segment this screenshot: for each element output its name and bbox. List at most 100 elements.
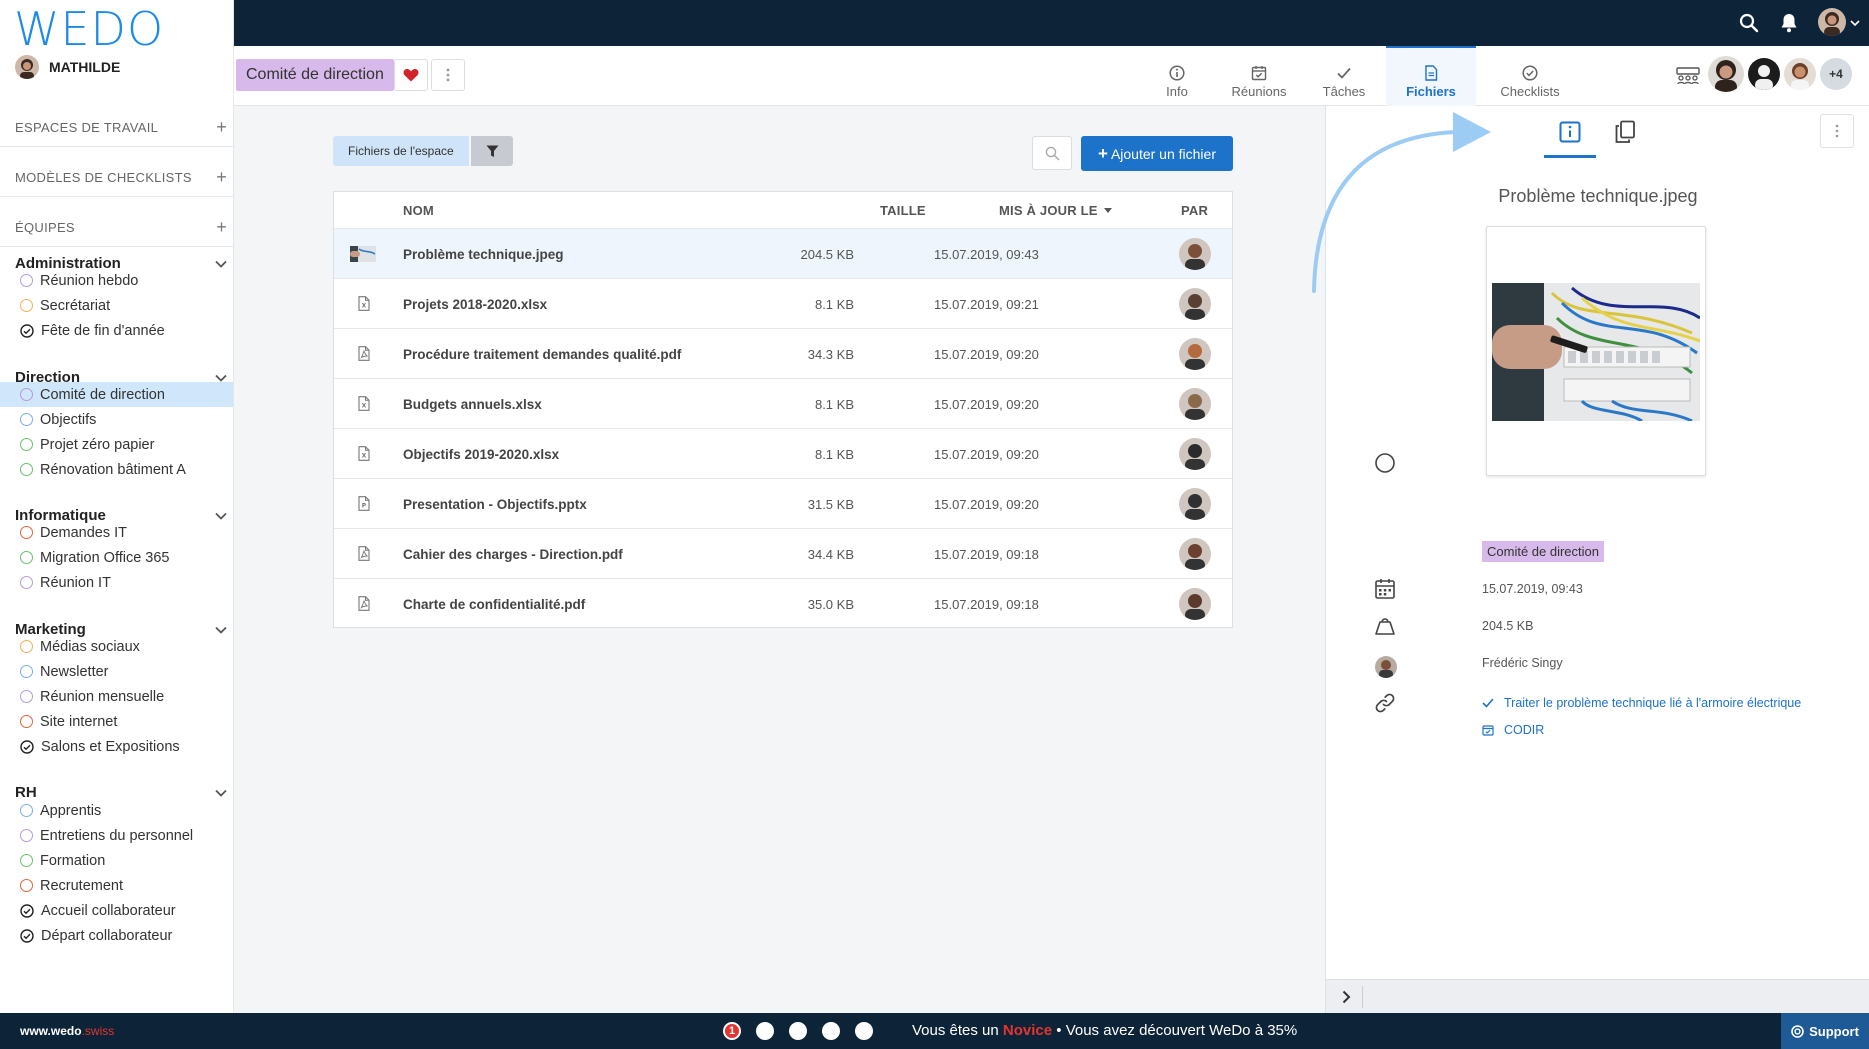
uploader-avatar[interactable] bbox=[1179, 288, 1211, 320]
file-name[interactable]: Cahier des charges - Direction.pdf bbox=[403, 529, 623, 579]
chevron-down-icon[interactable] bbox=[1850, 19, 1860, 27]
favorite-button[interactable] bbox=[394, 59, 428, 91]
member-avatar[interactable] bbox=[1748, 58, 1780, 90]
add-file-button[interactable]: + Ajouter un fichier bbox=[1081, 136, 1233, 171]
step-dot[interactable] bbox=[756, 1022, 774, 1040]
file-name[interactable]: Charte de confidentialité.pdf bbox=[403, 579, 585, 629]
chevron-right-icon[interactable] bbox=[1342, 990, 1351, 1004]
sidebar-item[interactable]: Secrétariat bbox=[0, 293, 233, 318]
chevron-down-icon[interactable] bbox=[215, 512, 227, 520]
tab-tasks[interactable]: Tâches bbox=[1306, 46, 1382, 106]
space-files-filter-button[interactable]: Fichiers de l'espace bbox=[333, 136, 469, 166]
detail-info-tab[interactable] bbox=[1544, 108, 1596, 158]
column-updated[interactable]: MIS À JOUR LE bbox=[999, 192, 1112, 228]
sidebar-item[interactable]: Projet zéro papier bbox=[0, 432, 233, 457]
support-button[interactable]: Support bbox=[1781, 1013, 1869, 1049]
members-list[interactable]: +4 bbox=[1708, 56, 1852, 92]
sidebar-item[interactable]: Médias sociaux bbox=[0, 634, 233, 659]
step-dot[interactable] bbox=[789, 1022, 807, 1040]
search-icon[interactable] bbox=[1739, 13, 1759, 33]
detail-versions-tab[interactable] bbox=[1614, 120, 1636, 144]
workspace-more-button[interactable] bbox=[431, 59, 465, 91]
column-size[interactable]: TAILLE bbox=[880, 192, 926, 228]
file-name[interactable]: Budgets annuels.xlsx bbox=[403, 379, 542, 429]
step-dot[interactable] bbox=[822, 1022, 840, 1040]
tab-info[interactable]: Info bbox=[1150, 46, 1204, 106]
chevron-down-icon[interactable] bbox=[215, 260, 227, 268]
uploader-avatar[interactable] bbox=[1179, 438, 1211, 470]
uploader-avatar[interactable] bbox=[1179, 238, 1211, 270]
sidebar-item[interactable]: Demandes IT bbox=[0, 520, 233, 545]
tab-meetings[interactable]: Réunions bbox=[1219, 46, 1299, 106]
file-name[interactable]: Procédure traitement demandes qualité.pd… bbox=[403, 329, 681, 379]
preview-card[interactable] bbox=[1486, 226, 1706, 476]
table-row[interactable]: Charte de confidentialité.pdf 35.0 KB 15.0… bbox=[334, 578, 1232, 628]
sidebar-item[interactable]: Départ collaborateur bbox=[0, 923, 233, 948]
sidebar-item[interactable]: Apprentis bbox=[0, 798, 233, 823]
uploader-avatar[interactable] bbox=[1179, 588, 1211, 620]
sidebar-item[interactable]: Comité de direction bbox=[0, 382, 233, 407]
member-avatar[interactable] bbox=[1784, 58, 1816, 90]
member-avatar[interactable] bbox=[1708, 56, 1744, 92]
add-workspace-icon[interactable]: + bbox=[216, 118, 227, 136]
add-team-icon[interactable]: + bbox=[216, 218, 227, 236]
chevron-down-icon[interactable] bbox=[215, 626, 227, 634]
workspace-tag[interactable]: Comité de direction bbox=[1482, 541, 1604, 562]
sidebar-item[interactable]: Newsletter bbox=[0, 659, 233, 684]
column-by[interactable]: PAR bbox=[1181, 192, 1208, 228]
sidebar-item[interactable]: Réunion mensuelle bbox=[0, 684, 233, 709]
add-checklist-model-icon[interactable]: + bbox=[216, 168, 227, 186]
filter-button[interactable] bbox=[471, 136, 513, 166]
table-row[interactable]: X Budgets annuels.xlsx 8.1 KB 15.07.2019, 0… bbox=[334, 378, 1232, 428]
sidebar-item[interactable]: Rénovation bâtiment A bbox=[0, 457, 233, 482]
column-name[interactable]: NOM bbox=[403, 192, 434, 228]
sidebar-item[interactable]: Salons et Expositions bbox=[0, 734, 233, 759]
footer-site-link[interactable]: www.wedo.swiss bbox=[20, 1024, 114, 1038]
detail-more-button[interactable] bbox=[1820, 114, 1854, 148]
sidebar-item[interactable]: Migration Office 365 bbox=[0, 545, 233, 570]
linked-task[interactable]: Traiter le problème technique lié à l'ar… bbox=[1482, 696, 1801, 710]
table-row[interactable]: Cahier des charges - Direction.pdf 34.4 K… bbox=[334, 528, 1232, 578]
sidebar-item[interactable]: Réunion IT bbox=[0, 570, 233, 595]
wedo-logo[interactable]: WEDO bbox=[14, 2, 164, 56]
sidebar-item[interactable]: Site internet bbox=[0, 709, 233, 734]
file-name[interactable]: Presentation - Objectifs.pptx bbox=[403, 479, 587, 529]
uploader-avatar[interactable] bbox=[1179, 488, 1211, 520]
step-current[interactable]: 1 bbox=[723, 1022, 741, 1040]
onboarding-steps: 1 bbox=[723, 1022, 873, 1040]
chevron-down-icon[interactable] bbox=[215, 789, 227, 797]
team-icon[interactable] bbox=[1676, 67, 1700, 85]
file-search-button[interactable] bbox=[1032, 136, 1072, 170]
tab-checklists[interactable]: Checklists bbox=[1489, 46, 1571, 106]
file-name[interactable]: Projets 2018-2020.xlsx bbox=[403, 279, 547, 329]
sidebar-item[interactable]: Recrutement bbox=[0, 873, 233, 898]
user-menu[interactable]: MATHILDE bbox=[15, 55, 120, 79]
file-name[interactable]: Objectifs 2019-2020.xlsx bbox=[403, 429, 559, 479]
tab-files[interactable]: Fichiers bbox=[1386, 46, 1476, 106]
chevron-down-icon[interactable] bbox=[215, 374, 227, 382]
table-row[interactable]: X Projets 2018-2020.xlsx 8.1 KB 15.07.2019,… bbox=[334, 278, 1232, 328]
sidebar-item[interactable]: Fête de fin d'année bbox=[0, 318, 233, 343]
profile-avatar[interactable] bbox=[1818, 8, 1846, 36]
section-teams[interactable]: ÉQUIPES + bbox=[15, 218, 227, 236]
uploader-avatar[interactable] bbox=[1179, 338, 1211, 370]
file-name[interactable]: Problème technique.jpeg bbox=[403, 229, 564, 279]
table-row[interactable]: P Presentation - Objectifs.pptx 31.5 KB 15.… bbox=[334, 478, 1232, 528]
uploader-avatar[interactable] bbox=[1179, 538, 1211, 570]
section-checklist-models[interactable]: MODÈLES DE CHECKLISTS + bbox=[15, 168, 227, 186]
table-row[interactable]: Problème technique.jpeg 204.5 KB 15.07.201… bbox=[334, 228, 1232, 278]
sidebar-item[interactable]: Entretiens du personnel bbox=[0, 823, 233, 848]
uploader-avatar[interactable] bbox=[1179, 388, 1211, 420]
step-dot[interactable] bbox=[855, 1022, 873, 1040]
members-more-badge[interactable]: +4 bbox=[1820, 58, 1852, 90]
sidebar-item[interactable]: Formation bbox=[0, 848, 233, 873]
table-row[interactable]: X Objectifs 2019-2020.xlsx 8.1 KB 15.07.201… bbox=[334, 428, 1232, 478]
bell-icon[interactable] bbox=[1780, 13, 1798, 33]
sidebar-item[interactable]: Objectifs bbox=[0, 407, 233, 432]
workspace-title[interactable]: Comité de direction bbox=[236, 59, 394, 91]
sidebar-item[interactable]: Réunion hebdo bbox=[0, 268, 233, 293]
linked-meeting[interactable]: CODIR bbox=[1482, 723, 1544, 737]
section-workspaces[interactable]: ESPACES DE TRAVAIL + bbox=[15, 118, 227, 136]
table-row[interactable]: Procédure traitement demandes qualité.pd… bbox=[334, 328, 1232, 378]
sidebar-item[interactable]: Accueil collaborateur bbox=[0, 898, 233, 923]
